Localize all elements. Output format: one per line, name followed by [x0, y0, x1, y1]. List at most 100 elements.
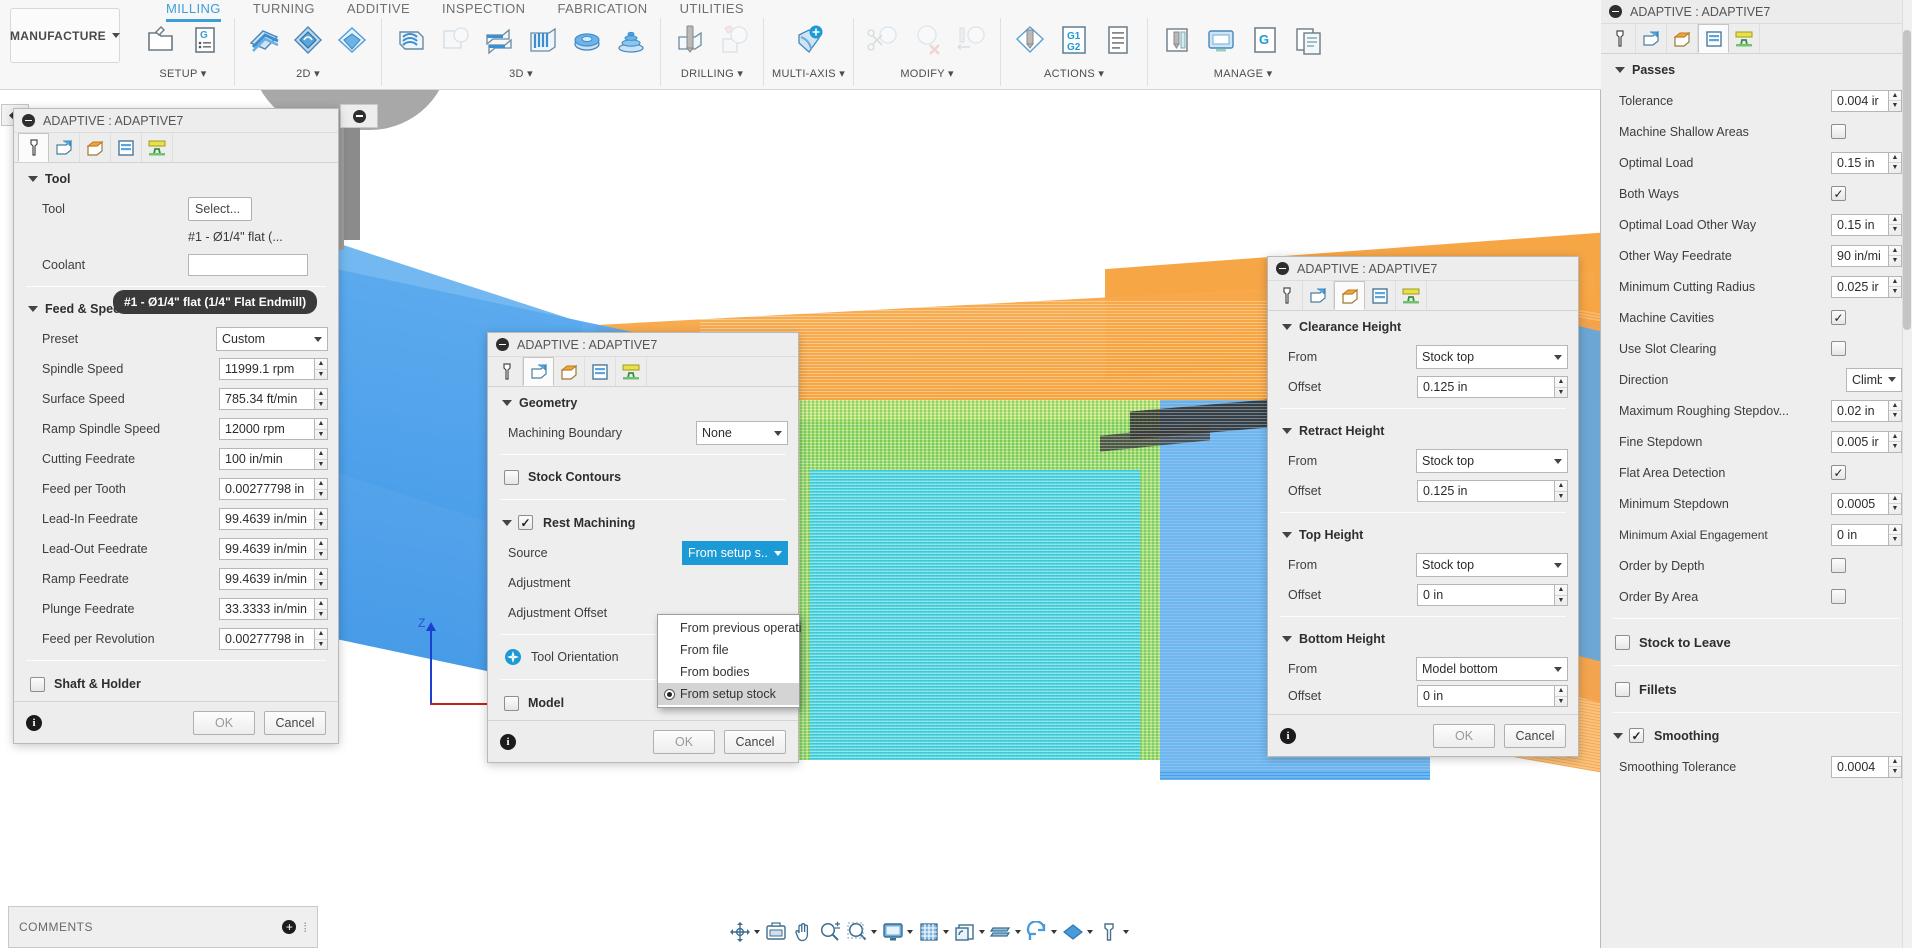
ramp-feedrate-input[interactable]: 99.4639 in/min — [219, 568, 315, 590]
passes-tab-icon[interactable] — [1365, 281, 1396, 310]
bottom-offset-input[interactable]: 0 in — [1417, 685, 1555, 707]
ramp-spindle-speed-stepper[interactable]: ▲ ▼ — [315, 418, 328, 440]
ramp-spindle-speed-input[interactable]: 12000 rpm — [219, 418, 315, 440]
passes-tab-icon[interactable] — [1698, 24, 1729, 53]
optimal-load-other-way-input[interactable]: 0.15 in — [1831, 213, 1889, 236]
minimum-cutting-radius-input[interactable]: 0.025 ir — [1831, 275, 1889, 298]
lead-in-feedrate-stepper[interactable]: ▲ ▼ — [315, 508, 328, 530]
plunge-feedrate-input[interactable]: 33.3333 in/min — [219, 598, 315, 620]
multiple-views-icon[interactable] — [988, 921, 1023, 943]
horizontal-3d-icon[interactable] — [478, 18, 520, 62]
linking-tab-icon[interactable] — [1396, 281, 1427, 310]
machine-library-icon[interactable] — [1200, 18, 1242, 62]
section-bottom-height-header[interactable]: Bottom Height — [1268, 623, 1578, 654]
dropdown-option-from-file[interactable]: From file — [658, 639, 799, 661]
retract-offset-stepper[interactable]: ▲ ▼ — [1555, 480, 1568, 502]
passes-panel-scrollbar[interactable] — [1902, 0, 1912, 948]
info-icon[interactable]: i — [1280, 727, 1296, 744]
tolerance-stepper[interactable]: ▲ ▼ — [1889, 89, 1902, 112]
clearance-offset-input[interactable]: 0.125 in — [1417, 376, 1555, 398]
simulate-icon[interactable] — [1009, 18, 1051, 62]
optimal-load-stepper[interactable]: ▲ ▼ — [1889, 151, 1902, 174]
bottom-offset-stepper[interactable]: ▲ ▼ — [1555, 685, 1568, 707]
delete-icon[interactable] — [906, 18, 948, 62]
tab-milling[interactable]: MILLING — [150, 0, 237, 18]
optimal-load-other-way-stepper[interactable]: ▲ ▼ — [1889, 213, 1902, 236]
minimum-stepdown-stepper[interactable]: ▲ ▼ — [1889, 492, 1902, 515]
dropdown-option-from-previous-operation[interactable]: From previous operati — [658, 617, 802, 639]
drill-icon[interactable] — [669, 18, 711, 62]
adaptive-tool-palette[interactable]: ADAPTIVE : ADAPTIVE7 Tool Tool Select...… — [13, 108, 339, 744]
spindle-speed-input[interactable]: 11999.1 rpm — [219, 358, 315, 380]
feed-per-revolution-input[interactable]: 0.00277798 in — [219, 628, 315, 650]
model-checkbox[interactable] — [504, 695, 519, 711]
cancel-button[interactable]: Cancel — [1504, 723, 1566, 748]
smoothing-tolerance-stepper[interactable]: ▲ ▼ — [1889, 755, 1902, 778]
info-icon[interactable]: i — [26, 714, 42, 731]
section-geometry-header[interactable]: Geometry — [488, 387, 798, 418]
orbit-icon[interactable] — [727, 921, 762, 943]
coolant-field[interactable] — [188, 254, 308, 276]
both-ways-checkbox[interactable]: ✓ — [1831, 186, 1846, 201]
plunge-feedrate-stepper[interactable]: ▲ ▼ — [315, 598, 328, 620]
preset-combo[interactable]: Custom — [216, 327, 328, 351]
section-tool-header[interactable]: Tool — [14, 163, 338, 194]
linking-tab-icon[interactable] — [616, 357, 647, 386]
fine-stepdown-stepper[interactable]: ▲ ▼ — [1889, 430, 1902, 453]
template-icon[interactable] — [1288, 18, 1330, 62]
spindle-speed-stepper[interactable]: ▲ ▼ — [315, 358, 328, 380]
machining-boundary-combo[interactable]: None — [696, 421, 788, 445]
scrollbar-thumb[interactable] — [1903, 30, 1911, 330]
section-retract-height-header[interactable]: Retract Height — [1268, 415, 1578, 446]
zoom-window-icon[interactable] — [844, 921, 879, 943]
ok-button[interactable]: OK — [653, 729, 715, 754]
minimize-icon[interactable] — [1276, 262, 1289, 275]
other-way-feedrate-input[interactable]: 90 in/mi — [1831, 244, 1889, 267]
minimum-axial-engagement-stepper[interactable]: ▲ ▼ — [1889, 523, 1902, 546]
geometry-tab-icon[interactable] — [49, 133, 80, 162]
dropdown-option-from-bodies[interactable]: From bodies — [658, 661, 799, 683]
cutting-feedrate-input[interactable]: 100 in/min — [219, 448, 315, 470]
surface-speed-stepper[interactable]: ▲ ▼ — [315, 388, 328, 410]
heights-tab-icon[interactable] — [1667, 24, 1698, 53]
tab-additive[interactable]: ADDITIVE — [331, 0, 426, 18]
minimum-axial-engagement-input[interactable]: 0 in — [1831, 523, 1889, 546]
look-at-icon[interactable] — [763, 921, 789, 943]
linking-tab-icon[interactable] — [142, 133, 173, 162]
tab-utilities[interactable]: UTILITIES — [664, 0, 760, 18]
minimum-stepdown-input[interactable]: 0.0005 — [1831, 492, 1889, 515]
machine-shallow-areas-checkbox[interactable] — [1831, 124, 1846, 139]
flat-area-detection-checkbox[interactable]: ✓ — [1831, 465, 1846, 480]
tool-library-icon[interactable] — [1156, 18, 1198, 62]
ribbon-group-modify-label[interactable]: MODIFY ▾ — [900, 67, 954, 80]
palette-title-bar[interactable]: ADAPTIVE : ADAPTIVE7 — [1601, 0, 1912, 24]
ok-button[interactable]: OK — [1433, 723, 1495, 748]
tool-tab-icon[interactable] — [492, 357, 523, 386]
machine-cavities-checkbox[interactable]: ✓ — [1831, 310, 1846, 325]
direction-combo[interactable]: Climb — [1846, 367, 1902, 392]
section-passes-header[interactable]: Passes — [1601, 54, 1912, 85]
add-comment-icon[interactable]: + — [282, 920, 297, 934]
ribbon-group-setup-label[interactable]: SETUP ▾ — [159, 67, 206, 80]
passes-tab-icon[interactable] — [111, 133, 142, 162]
section-rest-machining-header[interactable]: ✓ Rest Machining — [488, 506, 798, 538]
minimum-cutting-radius-stepper[interactable]: ▲ ▼ — [1889, 275, 1902, 298]
geometry-tab-icon[interactable] — [523, 357, 554, 386]
parallel-3d-icon[interactable] — [522, 18, 564, 62]
ribbon-group-multi-axis-label[interactable]: MULTI-AXIS ▾ — [772, 67, 845, 80]
feed-per-revolution-stepper[interactable]: ▲ ▼ — [315, 628, 328, 650]
pan-hand-icon[interactable] — [790, 921, 816, 943]
lead-out-feedrate-input[interactable]: 99.4639 in/min — [219, 538, 315, 560]
linking-tab-icon[interactable] — [1729, 24, 1760, 53]
use-slot-clearing-checkbox[interactable] — [1831, 341, 1846, 356]
minimize-icon[interactable] — [352, 109, 366, 123]
bottom-from-combo[interactable]: Model bottom — [1416, 657, 1568, 681]
lead-out-feedrate-stepper[interactable]: ▲ ▼ — [315, 538, 328, 560]
feed-per-tooth-stepper[interactable]: ▲ ▼ — [315, 478, 328, 500]
tool-display-icon[interactable] — [1096, 921, 1131, 943]
viewports-icon[interactable] — [952, 921, 987, 943]
bore-icon[interactable] — [713, 18, 755, 62]
tab-turning[interactable]: TURNING — [237, 0, 331, 18]
tab-fabrication[interactable]: FABRICATION — [541, 0, 663, 18]
adaptive-2d-icon[interactable] — [287, 18, 329, 62]
